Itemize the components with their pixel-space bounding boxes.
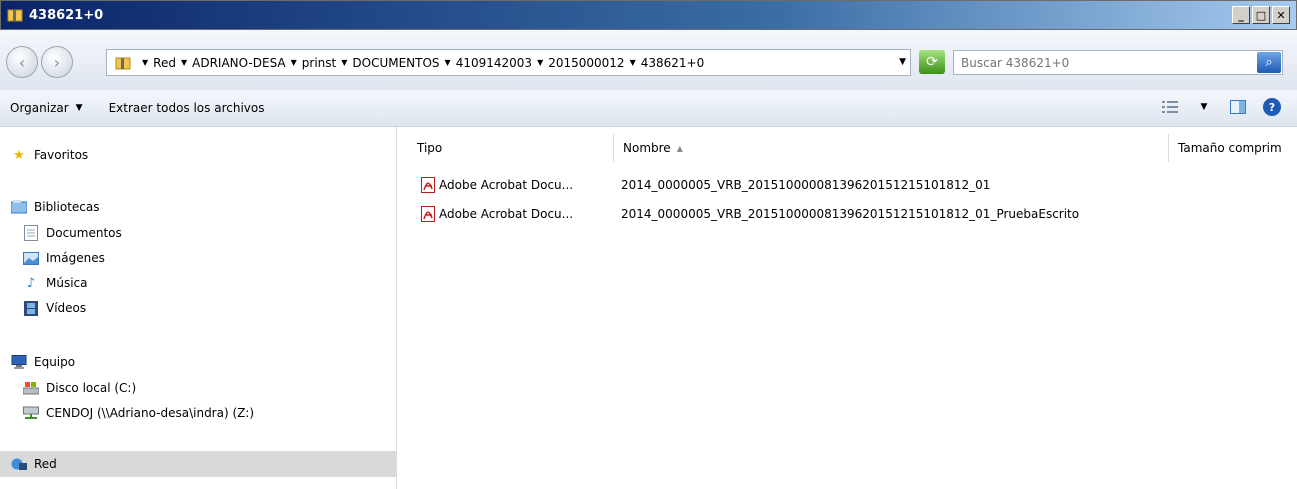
sidebar-item-red[interactable]: Red	[0, 451, 396, 477]
view-dropdown-icon[interactable]: ▼	[1195, 98, 1213, 116]
sidebar-item-local-disk[interactable]: Disco local (C:)	[22, 380, 136, 396]
file-type-cell: Adobe Acrobat Docu...	[420, 177, 573, 193]
refresh-button[interactable]: ⟳	[919, 50, 945, 74]
sidebar-item-equipo[interactable]: Equipo	[10, 354, 75, 370]
organize-menu[interactable]: Organizar ▼	[10, 101, 83, 115]
breadcrumb[interactable]: ▼ Red ▼ ADRIANO-DESA ▼ prinst ▼ DOCUMENTOS ▼…	[106, 49, 911, 76]
column-header-type[interactable]: Tipo	[408, 134, 614, 162]
search-box[interactable]: ⌕	[953, 50, 1283, 75]
column-header-name[interactable]: Nombre ▲	[614, 134, 1169, 162]
chevron-down-icon[interactable]: ▼	[341, 58, 347, 67]
file-name-cell: 2014_0000005_VRB_20151000008139620151215…	[621, 207, 1080, 221]
star-icon: ★	[13, 147, 25, 163]
sidebar-item-libraries[interactable]: Bibliotecas	[10, 199, 99, 215]
file-type-cell: Adobe Acrobat Docu...	[420, 206, 573, 222]
network-icon	[10, 456, 28, 472]
breadcrumb-item[interactable]: ▼ DOCUMENTOS	[336, 56, 439, 70]
command-bar: Organizar ▼ Extraer todos los archivos ▼…	[0, 90, 1297, 127]
preview-pane-icon[interactable]	[1229, 98, 1247, 116]
pdf-icon	[420, 206, 436, 222]
address-history-dropdown-icon[interactable]: ▼	[899, 57, 906, 67]
zip-folder-icon	[7, 9, 23, 22]
window-title-bar[interactable]: 438621+0 _ □ ✕	[0, 0, 1297, 30]
breadcrumb-item[interactable]: ▼ 4109142003	[440, 56, 533, 70]
refresh-icon: ⟳	[926, 54, 938, 70]
chevron-down-icon: ▼	[75, 103, 83, 113]
sort-ascending-icon: ▲	[676, 143, 683, 153]
extract-all-button[interactable]: Extraer todos los archivos	[109, 101, 265, 115]
sidebar-item-favorites[interactable]: ★ Favoritos	[10, 147, 88, 163]
sidebar-item-documentos[interactable]: Documentos	[22, 225, 122, 241]
chevron-down-icon[interactable]: ▼	[291, 58, 297, 67]
computer-icon	[10, 354, 28, 370]
chevron-down-icon[interactable]: ▼	[630, 58, 636, 67]
forward-button[interactable]: ›	[41, 46, 73, 78]
network-drive-icon	[22, 405, 40, 421]
search-icon: ⌕	[1265, 55, 1273, 70]
table-row[interactable]: Adobe Acrobat Docu... 2014_0000005_VRB_2…	[397, 202, 1277, 226]
video-icon	[22, 300, 40, 316]
back-button[interactable]: ‹	[6, 46, 38, 78]
breadcrumb-item[interactable]: ▼ prinst	[286, 56, 337, 70]
search-input[interactable]	[959, 55, 1243, 71]
chevron-down-icon[interactable]: ▼	[445, 58, 451, 67]
view-options-icon[interactable]	[1161, 98, 1179, 116]
window-title: 438621+0	[29, 7, 104, 23]
breadcrumb-item[interactable]: ▼ 2015000012	[532, 56, 625, 70]
libraries-icon	[10, 199, 28, 215]
minimize-button[interactable]: _	[1232, 6, 1250, 24]
navigation-pane: ★ Favoritos Bibliotecas Documentos Imáge…	[0, 127, 397, 489]
back-arrow-icon: ‹	[18, 52, 26, 72]
maximize-button[interactable]: □	[1252, 6, 1270, 24]
breadcrumb-item[interactable]: ▼ 438621+0	[625, 56, 705, 70]
chevron-down-icon[interactable]: ▼	[142, 58, 148, 67]
hard-drive-icon	[22, 380, 40, 396]
pictures-icon	[22, 250, 40, 266]
close-button[interactable]: ✕	[1272, 6, 1290, 24]
pdf-icon	[420, 177, 436, 193]
sidebar-item-network-drive[interactable]: CENDOJ (\\Adriano-desa\indra) (Z:)	[22, 405, 254, 421]
help-icon[interactable]: ?	[1263, 98, 1281, 116]
documents-icon	[22, 225, 40, 241]
address-bar: ‹ › ▼ Red ▼ ADRIANO-DESA ▼ prinst ▼ DOCUMENT…	[0, 30, 1297, 91]
sidebar-item-videos[interactable]: Vídeos	[22, 300, 86, 316]
music-note-icon: ♪	[26, 275, 36, 291]
sidebar-item-imagenes[interactable]: Imágenes	[22, 250, 105, 266]
chevron-down-icon[interactable]: ▼	[181, 58, 187, 67]
column-header-size[interactable]: Tamaño comprim	[1169, 134, 1297, 162]
table-row[interactable]: Adobe Acrobat Docu... 2014_0000005_VRB_2…	[397, 173, 1277, 197]
chevron-down-icon[interactable]: ▼	[537, 58, 543, 67]
zip-folder-icon	[115, 57, 131, 69]
sidebar-item-musica[interactable]: ♪ Música	[22, 275, 88, 291]
file-name-cell: 2014_0000005_VRB_20151000008139620151215…	[621, 178, 991, 192]
file-list: Tipo Nombre ▲ Tamaño comprim Adobe Acrob…	[397, 127, 1297, 489]
search-button[interactable]: ⌕	[1257, 52, 1281, 73]
breadcrumb-item[interactable]: ▼ Red	[137, 56, 176, 70]
breadcrumb-item[interactable]: ▼ ADRIANO-DESA	[176, 56, 286, 70]
forward-arrow-icon: ›	[53, 52, 61, 72]
